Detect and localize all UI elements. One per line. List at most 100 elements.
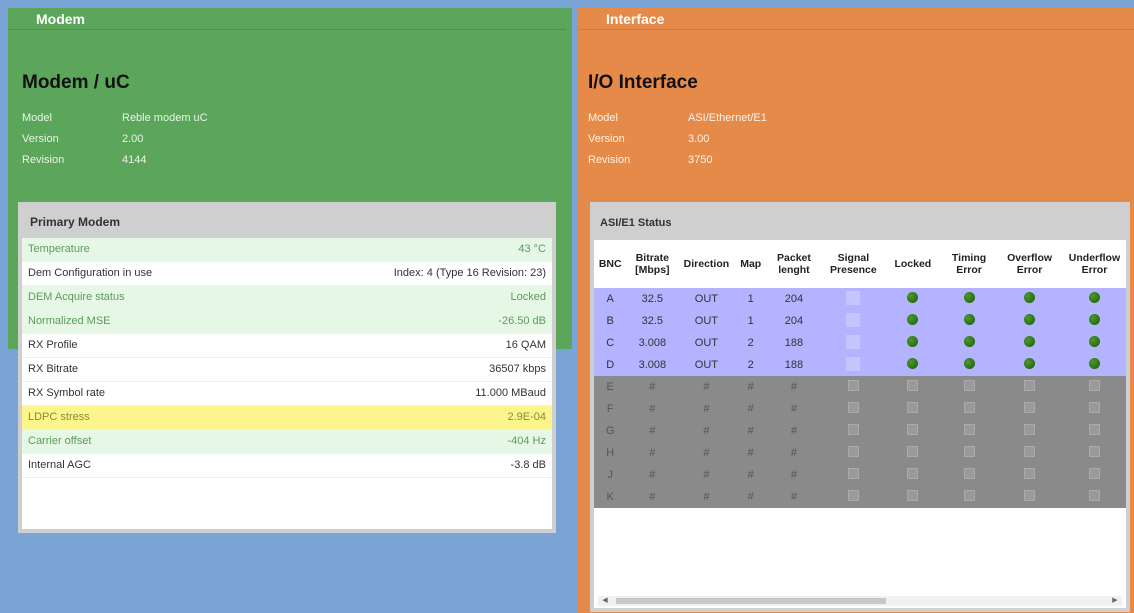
status-row: DEM Acquire status Locked <box>22 286 552 310</box>
checkbox-off-icon <box>1024 380 1036 391</box>
asi-cell-timing <box>939 486 999 508</box>
info-value: 2.00 <box>122 133 144 145</box>
checkbox-off-icon <box>1024 424 1036 435</box>
asi-cell-packet: # <box>766 486 821 508</box>
asi-column-header: Map <box>734 240 767 288</box>
signal-indicator-icon <box>846 312 861 327</box>
green-led-icon <box>907 314 919 325</box>
asi-cell-locked <box>885 288 940 310</box>
asi-cell-timing <box>939 420 999 442</box>
horizontal-scrollbar[interactable]: ◀ ▶ <box>598 596 1122 606</box>
asi-row: B 32.5 OUT 1 204 <box>594 310 1126 332</box>
green-led-icon <box>1088 358 1100 369</box>
asi-cell-packet: # <box>766 376 821 398</box>
asi-cell-overflow <box>998 420 1061 442</box>
green-led-icon <box>1024 336 1036 347</box>
status-label: RX Profile <box>28 339 78 351</box>
asi-cell-bnc: D <box>594 354 627 376</box>
asi-cell-locked <box>885 420 940 442</box>
scroll-left-icon[interactable]: ◀ <box>600 596 610 606</box>
asi-cell-signal <box>820 398 886 420</box>
green-led-icon <box>1088 314 1100 325</box>
asi-row: A 32.5 OUT 1 204 <box>594 288 1126 310</box>
status-value: -404 Hz <box>507 435 546 447</box>
asi-cell-timing <box>939 288 999 310</box>
modem-tab[interactable]: Modem <box>8 8 566 30</box>
green-led-icon <box>1088 292 1100 303</box>
asi-row: D 3.008 OUT 2 188 <box>594 354 1126 376</box>
asi-row: K # # # # <box>594 486 1126 508</box>
primary-modem-rows: Temperature 43 °C Dem Configuration in use… <box>22 238 552 478</box>
asi-cell-bitrate: # <box>626 464 679 486</box>
asi-cell-underflow <box>1060 376 1126 398</box>
asi-status-card: ASI/E1 Status BNC Bitrate [Mbps] Direction… <box>590 202 1130 612</box>
status-value: 16 QAM <box>505 339 546 351</box>
checkbox-off-icon <box>1024 402 1036 413</box>
status-value: Index: 4 (Type 16 Revision: 23) <box>393 267 546 279</box>
checkbox-off-icon <box>907 468 919 479</box>
status-row: Temperature 43 °C <box>22 238 552 262</box>
asi-cell-bnc: A <box>594 288 627 310</box>
asi-cell-signal <box>820 420 886 442</box>
asi-cell-overflow <box>998 332 1061 354</box>
asi-cell-bitrate: # <box>626 442 679 464</box>
asi-body: A 32.5 OUT 1 204 B 32.5 OUT 1 204 C 3.008 OUT 2 188 D 3.… <box>594 288 1126 508</box>
asi-cell-underflow <box>1060 442 1126 464</box>
scrollbar-thumb[interactable] <box>616 598 886 604</box>
asi-cell-map: 2 <box>734 354 767 376</box>
asi-cell-underflow <box>1060 332 1126 354</box>
checkbox-off-icon <box>847 380 859 391</box>
checkbox-off-icon <box>963 468 975 479</box>
asi-cell-signal <box>820 332 886 354</box>
asi-cell-packet: 188 <box>766 332 821 354</box>
checkbox-off-icon <box>847 402 859 413</box>
checkbox-off-icon <box>907 490 919 501</box>
checkbox-off-icon <box>907 402 919 413</box>
interface-panel: Interface I/O Interface Model ASI/Ethern… <box>578 8 1134 613</box>
asi-cell-timing <box>939 376 999 398</box>
checkbox-off-icon <box>847 446 859 457</box>
modem-info-row: Version 2.00 <box>22 129 208 150</box>
asi-cell-timing <box>939 442 999 464</box>
asi-cell-signal <box>820 310 886 332</box>
signal-indicator-icon <box>846 334 861 349</box>
asi-cell-bitrate: 3.008 <box>626 354 679 376</box>
asi-status-table: BNC Bitrate [Mbps] Direction Map Packet leng… <box>594 240 1126 508</box>
info-label: Revision <box>588 154 631 166</box>
asi-cell-map: # <box>734 376 767 398</box>
checkbox-off-icon <box>963 424 975 435</box>
asi-cell-overflow <box>998 486 1061 508</box>
green-led-icon <box>963 292 975 303</box>
info-value: ASI/Ethernet/E1 <box>688 112 767 124</box>
scroll-right-icon[interactable]: ▶ <box>1110 596 1120 606</box>
green-led-icon <box>1088 336 1100 347</box>
status-row: Dem Configuration in use Index: 4 (Type 1… <box>22 262 552 286</box>
asi-cell-direction: # <box>678 398 735 420</box>
asi-column-header: Bitrate [Mbps] <box>626 240 679 288</box>
asi-cell-map: # <box>734 420 767 442</box>
asi-cell-map: 1 <box>734 310 767 332</box>
asi-cell-direction: # <box>678 464 735 486</box>
interface-info-row: Version 3.00 <box>588 129 767 150</box>
asi-cell-direction: # <box>678 376 735 398</box>
asi-cell-packet: 188 <box>766 354 821 376</box>
interface-tab[interactable]: Interface <box>578 8 1134 30</box>
asi-cell-bnc: F <box>594 398 627 420</box>
asi-column-header: Underflow Error <box>1060 240 1126 288</box>
status-label: Normalized MSE <box>28 315 111 327</box>
asi-cell-bitrate: # <box>626 376 679 398</box>
asi-cell-overflow <box>998 398 1061 420</box>
asi-header-row: BNC Bitrate [Mbps] Direction Map Packet leng… <box>594 240 1126 288</box>
asi-cell-map: # <box>734 464 767 486</box>
checkbox-off-icon <box>1088 402 1100 413</box>
asi-cell-packet: # <box>766 442 821 464</box>
interface-info-row: Model ASI/Ethernet/E1 <box>588 108 767 129</box>
status-label: Temperature <box>28 243 90 255</box>
asi-row: E # # # # <box>594 376 1126 398</box>
asi-cell-locked <box>885 310 940 332</box>
asi-column-header: Direction <box>678 240 735 288</box>
asi-cell-signal <box>820 288 886 310</box>
asi-column-header: Packet lenght <box>766 240 821 288</box>
asi-cell-packet: # <box>766 464 821 486</box>
info-label: Model <box>22 112 52 124</box>
